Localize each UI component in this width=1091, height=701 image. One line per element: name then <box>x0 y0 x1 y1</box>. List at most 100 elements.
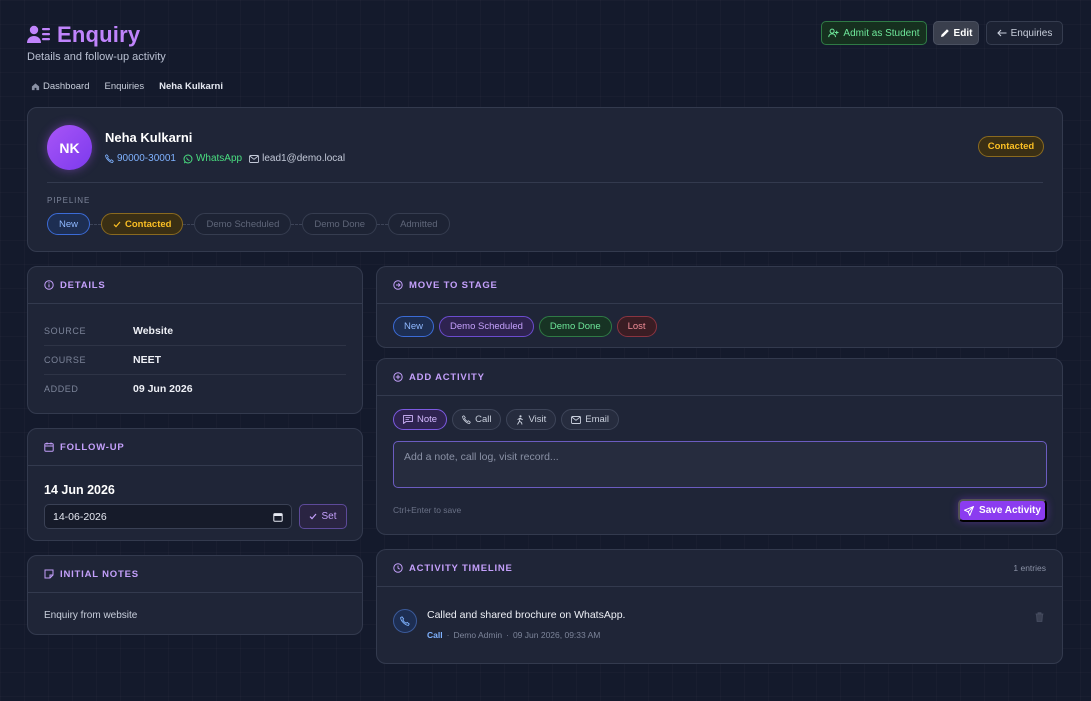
breadcrumb: Dashboard Enquiries Neha Kulkarni <box>31 81 223 92</box>
pipeline-connector <box>291 223 303 225</box>
activity-tab-call[interactable]: Call <box>452 409 502 430</box>
timeline-count: 1 entries <box>1013 563 1046 573</box>
meta-separator: · <box>446 630 450 640</box>
notes-title: INITIAL NOTES <box>60 568 139 580</box>
whatsapp-link[interactable]: WhatsApp <box>183 153 242 164</box>
profile-card: NK Neha Kulkarni 90000-30001 WhatsApp le… <box>27 107 1063 252</box>
calendar-icon <box>44 442 54 452</box>
pipeline-stage-contacted: Contacted <box>101 213 184 235</box>
edit-button[interactable]: Edit <box>933 21 979 45</box>
divider <box>47 182 1043 183</box>
breadcrumb-enquiries[interactable]: Enquiries <box>104 81 144 92</box>
detail-row-added: ADDED 09 Jun 2026 <box>44 382 193 395</box>
lead-name: Neha Kulkarni <box>105 130 193 145</box>
followup-date: 14 Jun 2026 <box>44 483 115 497</box>
info-icon <box>44 280 54 290</box>
add-activity-title: ADD ACTIVITY <box>409 371 485 383</box>
pipeline-label: PIPELINE <box>47 196 91 205</box>
timeline-entry-text: Called and shared brochure on WhatsApp. <box>427 609 626 621</box>
details-card: DETAILS SOURCE Website COURSE NEET ADDED… <box>27 266 363 414</box>
pipeline-stage-demo-scheduled: Demo Scheduled <box>194 213 292 235</box>
details-title: DETAILS <box>60 279 106 291</box>
page-title: Enquiry <box>27 22 140 48</box>
detail-row-course: COURSE NEET <box>44 346 346 375</box>
move-stage-lost-button[interactable]: Lost <box>616 316 657 337</box>
pencil-icon <box>940 28 950 38</box>
email-link[interactable]: lead1@demo.local <box>249 153 345 164</box>
move-stage-title: MOVE TO STAGE <box>409 279 498 291</box>
timeline-title: ACTIVITY TIMELINE <box>409 562 513 574</box>
timeline-entry-meta: Call · Demo Admin · 09 Jun 2026, 09:33 A… <box>427 630 600 640</box>
check-icon <box>309 513 317 520</box>
detail-row-source: SOURCE Website <box>44 317 346 346</box>
pipeline-tracker: New Contacted Demo Scheduled Demo Done A… <box>47 213 450 235</box>
meta-separator: · <box>506 630 509 640</box>
initial-notes-text: Enquiry from website <box>44 610 138 621</box>
timeline-entry-time: 09 Jun 2026, 09:33 AM <box>512 630 601 640</box>
plus-circle-icon <box>393 372 403 382</box>
page-subtitle: Details and follow-up activity <box>27 51 166 63</box>
user-list-icon <box>27 25 51 45</box>
check-icon <box>113 221 121 228</box>
activity-type-tabs: Note Call Visit Email <box>393 409 619 430</box>
clock-icon <box>393 563 403 573</box>
move-stage-header: MOVE TO STAGE <box>377 267 1062 304</box>
whatsapp-icon <box>183 154 193 164</box>
timeline-header: ACTIVITY TIMELINE <box>377 550 1062 587</box>
arrow-circle-right-icon <box>393 280 403 290</box>
activity-tab-visit[interactable]: Visit <box>506 409 557 430</box>
pipeline-stage-demo-done: Demo Done <box>302 213 378 235</box>
keyboard-hint: Ctrl+Enter to save <box>393 505 462 515</box>
initial-notes-card: INITIAL NOTES Enquiry from website <box>27 555 363 635</box>
status-badge: Contacted <box>978 136 1044 157</box>
contact-links: 90000-30001 WhatsApp lead1@demo.local <box>105 153 345 164</box>
admit-as-student-button[interactable]: Admit as Student <box>821 21 927 45</box>
activity-timeline-card: ACTIVITY TIMELINE 1 entries Called and s… <box>376 549 1063 664</box>
breadcrumb-dashboard[interactable]: Dashboard <box>31 81 89 92</box>
calendar-picker-icon[interactable] <box>273 512 283 522</box>
set-followup-button[interactable]: Set <box>299 504 347 529</box>
pipeline-connector <box>183 223 195 225</box>
phone-link[interactable]: 90000-30001 <box>105 153 176 164</box>
stage-options: New Demo Scheduled Demo Done Lost <box>393 316 657 337</box>
page-title-text: Enquiry <box>57 22 141 47</box>
activity-textarea[interactable]: Add a note, call log, visit record... <box>393 441 1047 488</box>
timeline-entry-icon <box>393 609 417 633</box>
back-to-enquiries-button[interactable]: Enquiries <box>986 21 1063 45</box>
send-icon <box>964 505 975 516</box>
move-stage-demo-done-button[interactable]: Demo Done <box>538 316 612 337</box>
avatar: NK <box>47 125 92 170</box>
followup-title: FOLLOW-UP <box>60 441 125 453</box>
arrow-left-icon <box>996 29 1007 37</box>
details-header: DETAILS <box>28 267 362 304</box>
timeline-entry-author: Demo Admin <box>453 630 503 640</box>
phone-icon <box>400 616 410 626</box>
pipeline-connector <box>90 223 102 225</box>
walking-icon <box>516 414 524 425</box>
move-to-stage-card: MOVE TO STAGE New Demo Scheduled Demo Do… <box>376 266 1063 348</box>
pipeline-stage-admitted: Admitted <box>388 213 450 235</box>
pipeline-connector <box>377 223 389 225</box>
delete-entry-icon[interactable] <box>1035 612 1044 622</box>
notes-header: INITIAL NOTES <box>28 556 362 593</box>
add-activity-header: ADD ACTIVITY <box>377 359 1062 396</box>
breadcrumb-current: Neha Kulkarni <box>159 81 223 92</box>
home-icon <box>31 82 40 91</box>
pipeline-stage-new: New <box>47 213 91 235</box>
user-plus-icon <box>828 28 839 38</box>
mail-icon <box>249 154 260 163</box>
phone-icon <box>462 415 471 424</box>
save-activity-button[interactable]: Save Activity <box>958 499 1047 522</box>
move-stage-new-button[interactable]: New <box>393 316 435 337</box>
followup-card: FOLLOW-UP 14 Jun 2026 14-06-2026 Set <box>27 428 363 541</box>
message-icon <box>403 415 413 424</box>
activity-tab-note[interactable]: Note <box>393 409 448 430</box>
followup-date-input[interactable]: 14-06-2026 <box>44 504 292 529</box>
phone-icon <box>105 154 114 163</box>
sticky-note-icon <box>44 569 54 579</box>
add-activity-card: ADD ACTIVITY Note Call Visit Email Add a… <box>376 358 1063 535</box>
timeline-entry-type: Call <box>427 630 443 640</box>
followup-header: FOLLOW-UP <box>28 429 362 466</box>
move-stage-demo-scheduled-button[interactable]: Demo Scheduled <box>439 316 534 337</box>
activity-tab-email[interactable]: Email <box>561 409 619 430</box>
